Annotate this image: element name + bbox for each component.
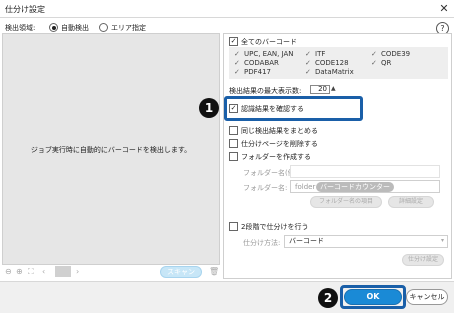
all-barcodes-checkbox[interactable]: ✓ [229,37,238,46]
create-folder-label: フォルダーを作成する [241,153,311,161]
barcode-type-code128[interactable]: CODE128 [315,59,349,67]
window-title: 仕分け設定 [5,5,45,14]
page-box[interactable] [55,266,71,277]
two-step-checkbox[interactable] [229,222,238,231]
two-step-label: 2段階で仕分けを行う [241,223,309,231]
create-folder-checkbox[interactable] [229,152,238,161]
check-icon: ✓ [305,68,311,76]
sort-method-select[interactable]: バーコード [284,235,448,248]
callout-1: 1 [199,98,219,118]
close-button[interactable]: ✕ [437,2,451,16]
check-icon: ✓ [371,59,377,67]
barcode-type-qr[interactable]: QR [381,59,391,67]
max-count-label: 検出結果の最大表示数: [229,87,302,95]
sort-method-label: 仕分け方法: [243,239,281,247]
prev-page-icon[interactable]: ‹ [42,267,45,276]
confirm-result-highlight [224,96,363,121]
barcode-type-upc[interactable]: UPC, EAN, JAN [244,50,294,58]
radio-area-specify[interactable] [99,23,108,32]
check-icon: ✓ [305,50,311,58]
title-bar [0,0,454,18]
check-icon: ✓ [371,50,377,58]
radio-area-specify-label: エリア指定 [111,24,146,32]
sort-settings-button[interactable]: 仕分け設定 [402,254,444,266]
callout-2: 2 [318,288,338,308]
barcode-type-itf[interactable]: ITF [315,50,325,58]
barcode-type-code39[interactable]: CODE39 [381,50,410,58]
merge-same-checkbox[interactable] [229,126,238,135]
folder-name-label: フォルダー名: [243,184,288,192]
delete-page-label: 仕分けページを削除する [241,140,318,148]
sort-method-value: バーコード [289,237,324,245]
folder-detail-button[interactable]: 詳細設定 [388,196,434,208]
check-icon: ✓ [234,59,240,67]
all-barcodes-label: 全てのバーコード [241,38,297,46]
folder-name-chip[interactable]: バーコードカウンター [316,182,394,192]
radio-auto-detect[interactable] [49,23,58,32]
check-icon: ✓ [234,68,240,76]
barcode-type-datamatrix[interactable]: DataMatrix [315,68,354,76]
merge-same-label: 同じ検出結果をまとめる [241,127,318,135]
zoom-out-icon[interactable]: ⊖ [5,267,12,276]
zoom-in-icon[interactable]: ⊕ [16,267,23,276]
stepper-arrows-icon[interactable]: ▲ [331,85,336,92]
ok-button[interactable]: OK [344,289,402,305]
fit-icon[interactable]: ⛶ [28,267,34,277]
folder-name-prefix: folder [295,183,316,191]
folder-example-field [290,165,440,178]
radio-auto-detect-label: 自動検出 [61,24,89,32]
barcode-type-codabar[interactable]: CODABAR [244,59,279,67]
next-page-icon[interactable]: › [76,267,79,276]
preview-message: ジョブ実行時に自動的にバーコードを検出します。 [30,146,192,154]
cancel-button[interactable]: キャンセル [406,289,448,305]
max-count-stepper[interactable]: 20 [310,85,330,94]
delete-page-checkbox[interactable] [229,139,238,148]
detection-area-label: 検出領域: [5,24,36,32]
folder-items-button[interactable]: フォルダー名の項目 [310,196,382,208]
chevron-down-icon: ▾ [441,237,445,244]
trash-icon[interactable]: 🗑 [209,267,219,276]
barcode-type-pdf417[interactable]: PDF417 [244,68,271,76]
check-icon: ✓ [305,59,311,67]
scan-button[interactable]: スキャン [160,266,202,278]
check-icon: ✓ [234,50,240,58]
